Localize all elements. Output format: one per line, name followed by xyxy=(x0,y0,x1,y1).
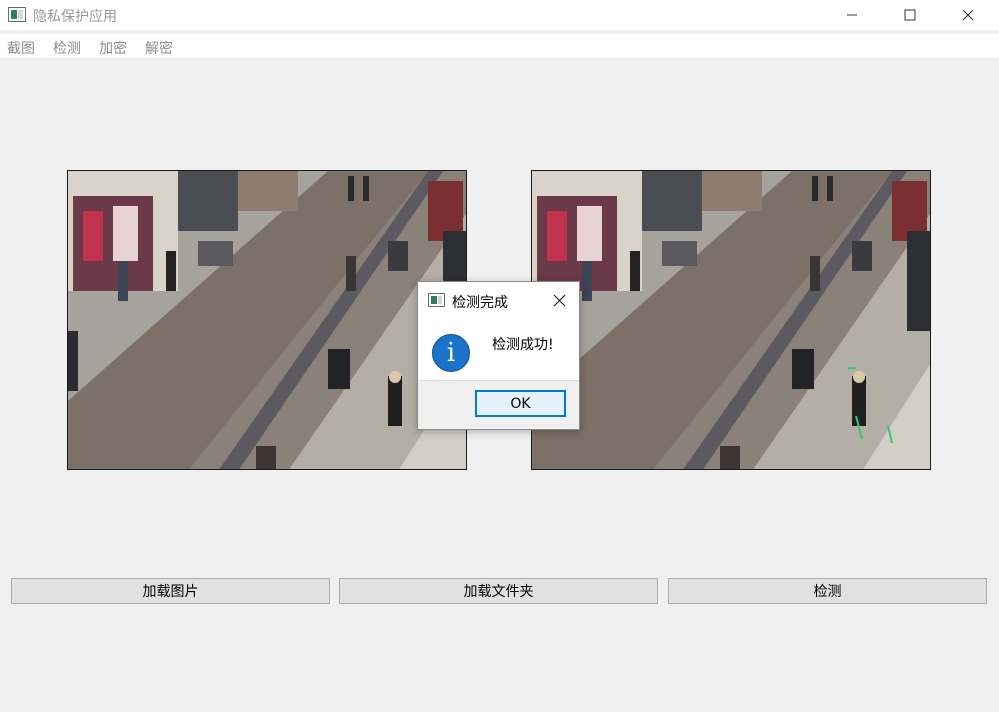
window-title: 隐私保护应用 xyxy=(33,9,117,25)
title-bar: 隐私保护应用 xyxy=(0,0,999,30)
detection-complete-dialog: 检测完成 i 检测成功! OK xyxy=(417,281,580,430)
load-folder-button[interactable]: 加载文件夹 xyxy=(339,578,658,604)
dialog-close-button[interactable] xyxy=(549,290,569,310)
detected-image-panel xyxy=(531,170,931,470)
load-image-button[interactable]: 加载图片 xyxy=(11,578,330,604)
menu-decrypt[interactable]: 解密 xyxy=(145,38,173,58)
dialog-title: 检测完成 xyxy=(452,295,508,311)
menu-bar: 截图 检测 加密 解密 xyxy=(0,34,999,58)
dialog-app-icon xyxy=(428,293,445,307)
street-scene-image xyxy=(68,171,466,469)
detect-button[interactable]: 检测 xyxy=(668,578,987,604)
maximize-icon xyxy=(904,9,916,21)
app-icon xyxy=(8,7,26,22)
ok-button[interactable]: OK xyxy=(475,390,566,417)
maximize-button[interactable] xyxy=(881,0,939,30)
close-button[interactable] xyxy=(939,0,997,30)
menu-encrypt[interactable]: 加密 xyxy=(99,38,127,58)
original-image-panel xyxy=(67,170,467,470)
menu-detect[interactable]: 检测 xyxy=(53,38,81,58)
close-icon xyxy=(962,9,974,21)
info-icon: i xyxy=(432,334,470,372)
minimize-icon xyxy=(847,14,857,16)
minimize-button[interactable] xyxy=(823,0,881,30)
dialog-footer: OK xyxy=(418,380,579,429)
dialog-message: 检测成功! xyxy=(492,337,554,353)
menu-screenshot[interactable]: 截图 xyxy=(7,38,35,58)
street-scene-detected-image xyxy=(532,171,930,469)
close-icon xyxy=(553,294,565,306)
